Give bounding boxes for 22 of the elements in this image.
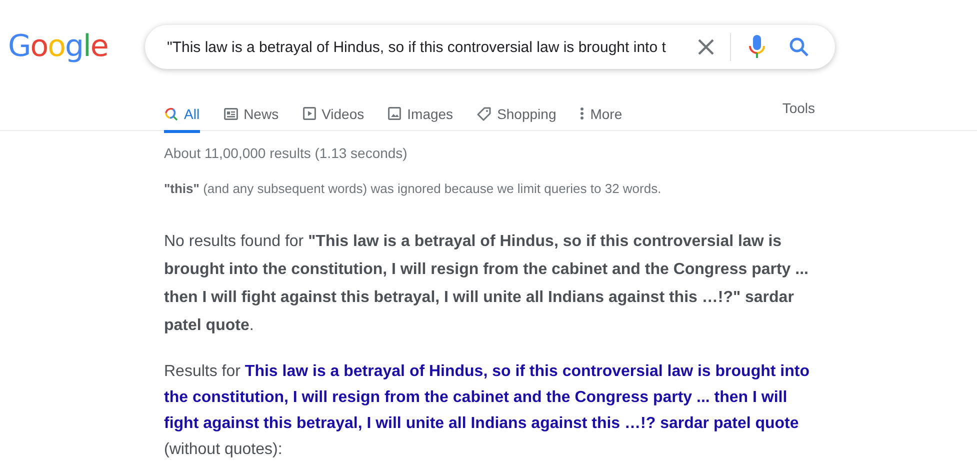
tools-button[interactable]: Tools [782,94,815,116]
search-icon[interactable] [789,37,809,57]
nav-tab[interactable]: Shopping [477,94,556,133]
tag-icon [477,106,492,120]
results-for-message: Results for This law is a betrayal of Hindus, so if this controversial law is brought into the constitution, I will resign from the cabinet and the Congress party ... then I will fight against this betrayal, I will unite all Indians against this …!? sardar patel quote (without quotes): [164,362,810,460]
ignored-notice: "this" (and any subsequent words) was ignored because we limit queries to 32 words. [164,182,662,196]
no-results-message: No results found for "This law is a betrayal of Hindus, so if this controversial law is brought into the constitution, I will resign from the cabinet and the Congress party ... then I will fight against this betrayal, I will unite all Indians against this …!?" sardar patel quote. [164,232,810,336]
image-icon [388,107,402,120]
nav-tab[interactable]: All [164,94,200,133]
nav-tab[interactable]: More [580,94,622,133]
play-icon [302,107,316,120]
nav-tab[interactable]: Images [388,94,454,133]
nav-tab[interactable]: Videos [302,94,364,133]
microphone-icon[interactable] [749,35,765,59]
more-icon [580,107,584,120]
search-field[interactable]: "This law is a betrayal of Hindus, so if this controversial law is brought into t [145,25,835,69]
nav-tab[interactable]: News [224,94,279,133]
result-stats: About 11,00,000 results (1.13 seconds) [164,146,408,160]
close-icon[interactable] [697,38,715,56]
search-icon [164,106,178,120]
google-logo[interactable]: Google [8,28,145,64]
newspaper-icon [224,108,238,120]
